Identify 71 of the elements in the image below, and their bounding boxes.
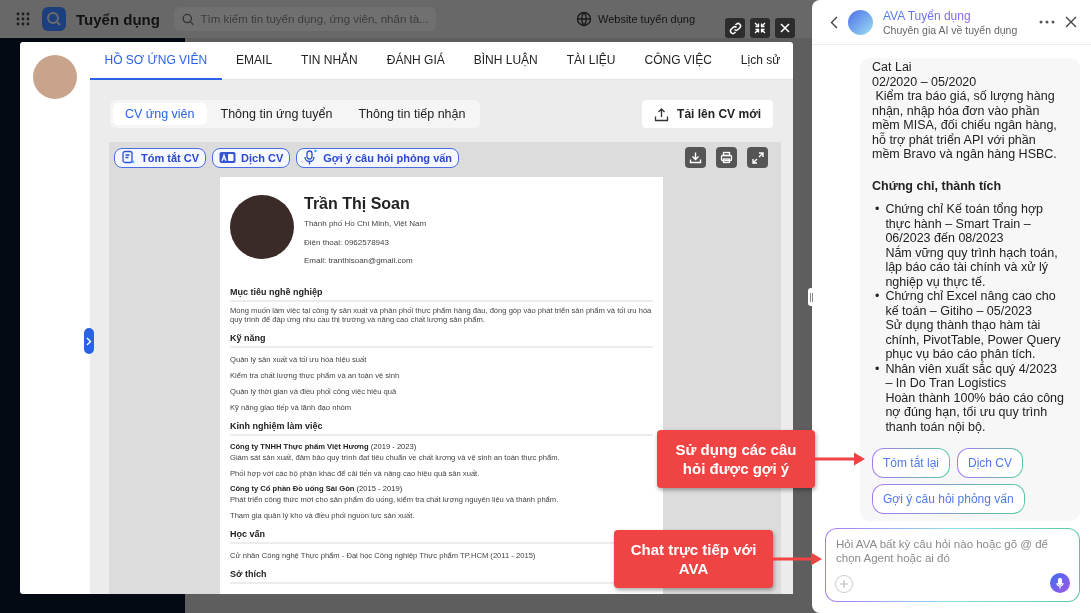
profile-tab[interactable]: CÔNG VIỆC: [629, 42, 727, 80]
print-button[interactable]: [716, 147, 737, 168]
collapse-icon: [754, 22, 766, 34]
contact-info: Thành phố Hồ Chí Minh, Việt Nam: [304, 219, 427, 228]
document-sparkle-icon: [121, 150, 136, 165]
expand-icon: [751, 151, 764, 164]
copy-link-button[interactable]: [725, 18, 745, 38]
suggestion-chip[interactable]: Gợi ý câu hỏi phỏng vấn: [872, 484, 1025, 514]
message-text: 02/2020 – 05/2020: [872, 74, 978, 89]
translate-icon: [219, 151, 237, 164]
callout-label: Sử dụng các câu hỏi được gợi ý: [657, 430, 815, 488]
globe-icon: [576, 11, 592, 27]
chat-input[interactable]: Hỏi AVA bất kỳ câu hỏi nào hoặc gõ @ để chọn Agent hoặc ai đó: [826, 529, 1079, 573]
message-heading: Chứng chỉ, thành tích: [872, 178, 1003, 193]
profile-tab[interactable]: TÀI LIỆU: [552, 42, 630, 80]
ai-action-button[interactable]: Dịch CV: [212, 147, 291, 168]
chevron-right-icon: [86, 336, 92, 346]
profile-tab[interactable]: TIN NHẮN: [286, 42, 373, 80]
avatar-photo-placeholder: [33, 55, 77, 99]
bullet-mark: •: [875, 289, 880, 305]
microphone-icon: [1056, 577, 1064, 589]
callout-arrow: [773, 552, 822, 566]
profile-tab[interactable]: ĐÁNH GIÁ: [372, 42, 460, 80]
cv-section-heading: Mục tiêu nghề nghiệp: [230, 286, 653, 302]
candidate-name: Trần Thị Soan: [304, 195, 411, 213]
callout-label: Chat trực tiếp với AVA: [614, 530, 773, 588]
profile-tab[interactable]: BÌNH LUẬN: [459, 42, 553, 80]
microphone-sparkle-icon: [303, 149, 319, 166]
view-tab[interactable]: Thông tin tiếp nhận: [346, 103, 478, 125]
close-button[interactable]: [775, 18, 795, 38]
assistant-avatar: [848, 9, 873, 35]
bullet-mark: •: [875, 361, 880, 378]
message-text: Cat Lai: [872, 60, 913, 75]
message-text: Kiểm tra báo giá, số lượng hàng nhận, nhập hóa đơn vào phần mềm MISA, đối chiếu ngân hàng, hỗ trợ phát triển API với phần mềm Bravo và ngân hàng HSBC.: [872, 89, 1058, 162]
callout-arrow: [815, 452, 865, 466]
ai-action-button[interactable]: Tóm tắt CV: [114, 147, 207, 168]
plus-icon: [839, 579, 849, 589]
link-icon: [728, 21, 742, 35]
resize-handle[interactable]: [808, 288, 815, 306]
voice-input-button[interactable]: [1050, 573, 1070, 593]
bullet-mark: •: [875, 202, 880, 218]
suggestion-chip[interactable]: Dịch CV: [957, 448, 1024, 478]
achievement-item: Nhân viên xuất sắc quý 4/2023 – In Do Tran Logistics Hoàn thành 100% báo cáo công nợ đúng hạn, tối ưu quy trình thanh toán nội bộ.: [885, 361, 1065, 434]
more-options-button[interactable]: [1039, 20, 1055, 24]
view-tab[interactable]: CV ứng viên: [113, 103, 207, 125]
upload-cv-button[interactable]: Tải lên CV mới: [642, 100, 773, 128]
view-tab[interactable]: Thông tin ứng tuyển: [208, 103, 345, 125]
achievement-item: Chứng chỉ Excel nâng cao cho kế toán – Gitiho – 05/2023 Sử dụng thành thạo hàm tài chính, PivotTable, Power Query phục vụ báo cáo phân tích.: [885, 289, 1062, 362]
printer-icon: [720, 151, 733, 164]
expand-sidebar-button[interactable]: [84, 328, 94, 354]
cv-section-heading: Kỹ năng: [230, 332, 653, 348]
profile-tab[interactable]: EMAIL: [221, 42, 287, 80]
cv-section-heading: Kinh nghiệm làm việc: [230, 420, 653, 436]
contact-info: Email: tranthisoan@gmail.com: [304, 256, 414, 265]
ai-action-button[interactable]: Gợi ý câu hỏi phỏng vấn: [296, 147, 460, 168]
search-icon: [182, 12, 195, 26]
download-icon: [689, 151, 702, 164]
achievement-item: Chứng chỉ Kế toán tổng hợp thực hành – Smart Train – 06/2023 đến 08/2023 Nắm vững quy trình hạch toán, lập báo cáo tài chính và xử lý nghiệp vụ thực tế.: [885, 202, 1059, 289]
collapse-button[interactable]: [750, 18, 770, 38]
download-button[interactable]: [685, 147, 706, 168]
fullscreen-button[interactable]: [747, 147, 768, 168]
close-icon: [780, 23, 790, 33]
assistant-role: Chuyên gia AI về tuyển dụng: [883, 23, 1019, 36]
app-title: Tuyển dụng: [76, 10, 161, 28]
back-button[interactable]: [830, 15, 838, 29]
contact-info: Điện thoại: 0962578943: [304, 237, 390, 247]
suggestion-chip[interactable]: Tóm tắt lại: [872, 448, 950, 478]
close-button[interactable]: [1065, 16, 1077, 28]
profile-tab[interactable]: Lịch sử: [726, 42, 795, 80]
upload-icon: [654, 106, 670, 122]
apps-grid-icon[interactable]: [16, 12, 30, 26]
